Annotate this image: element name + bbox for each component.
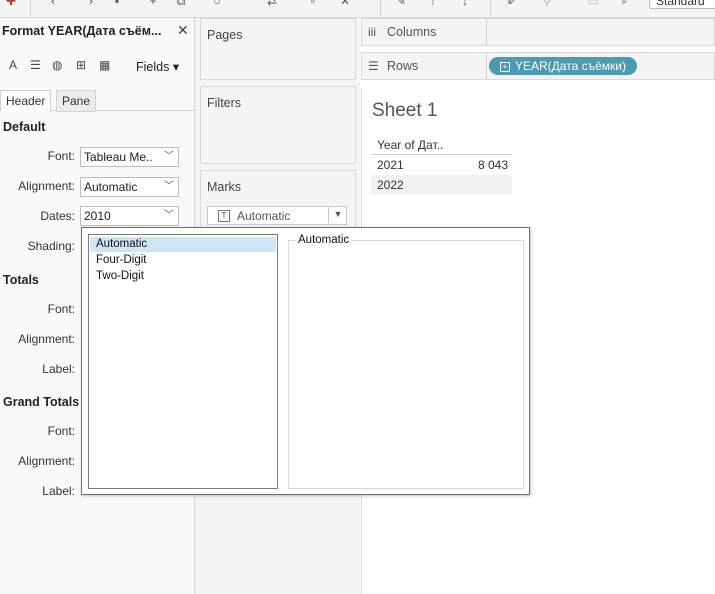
- marks-card-title: Marks: [207, 180, 242, 194]
- chevron-down-icon: ﹀: [164, 210, 174, 221]
- rows-icon: ☰: [368, 59, 379, 73]
- swap-icon[interactable]: ⇄: [265, 0, 279, 8]
- pages-shelf[interactable]: Pages: [200, 18, 356, 80]
- columns-icon: iii: [368, 25, 376, 39]
- label-icon[interactable]: ✐: [505, 0, 519, 8]
- format-tabs: Header Pane: [0, 90, 194, 112]
- view-table: Year of Дат.. 2021 8 043 2022: [371, 134, 512, 195]
- text-mark-icon: T: [218, 210, 230, 222]
- shading-format-icon[interactable]: ◍: [52, 58, 62, 72]
- format-pane-title: Format YEAR(Дата съём...: [2, 24, 162, 38]
- option-two-digit[interactable]: Two-Digit: [90, 269, 276, 284]
- dates-format-list: Automatic Four-Digit Two-Digit: [88, 234, 278, 489]
- shelf-divider: [486, 19, 487, 45]
- view-size-select[interactable]: Standard: [649, 0, 715, 9]
- tab-header[interactable]: Header: [0, 90, 52, 112]
- toolbar-divider: [380, 0, 381, 16]
- pages-shelf-title: Pages: [207, 28, 243, 42]
- tab-pane[interactable]: Pane: [56, 90, 97, 112]
- clear-icon[interactable]: ▫: [306, 0, 320, 8]
- fix-axes-icon[interactable]: ⚲: [540, 0, 554, 8]
- table-row[interactable]: 2021 8 043: [371, 155, 512, 175]
- mark-type-value: Automatic: [237, 209, 291, 223]
- filters-shelf[interactable]: Filters: [200, 86, 356, 164]
- fit-icon[interactable]: ▭: [586, 0, 600, 8]
- default-dates-value: 2010: [84, 209, 111, 223]
- clear-sheet-icon[interactable]: ✕: [338, 0, 352, 8]
- format-preview-title: Automatic: [296, 234, 352, 246]
- shelf-divider: [486, 53, 487, 79]
- presentation-icon[interactable]: ▸: [618, 0, 632, 8]
- chevron-down-icon: ﹀: [164, 181, 174, 192]
- new-data-source-icon[interactable]: ✚: [4, 0, 18, 8]
- chevron-down-icon: ﹀: [164, 151, 174, 162]
- option-four-digit[interactable]: Four-Digit: [90, 253, 276, 268]
- default-dates-label: Dates:: [40, 209, 75, 223]
- columns-shelf-label: Columns: [387, 25, 437, 39]
- rows-pill[interactable]: + YEAR(Дата съёмки): [489, 57, 637, 75]
- default-font-label: Font:: [47, 149, 75, 163]
- table-row[interactable]: 2022: [371, 175, 512, 195]
- chevron-down-icon: ▼: [328, 206, 347, 223]
- sheet-title: Sheet 1: [372, 100, 438, 121]
- toolbar: ✚ ‹ › ▪ + ⧉ ○ ⇄ ▫ ✕ ✎ ↑ ↓ ✐ ⚲ ▭ ▸ Standa…: [0, 0, 715, 18]
- default-alignment-value: Automatic: [84, 180, 138, 194]
- undo-icon[interactable]: ‹: [46, 0, 60, 8]
- dates-format-popup: Automatic Four-Digit Two-Digit Automatic: [81, 227, 530, 495]
- sort-ascending-icon[interactable]: ↑: [426, 0, 440, 8]
- totals-label-label: Label:: [42, 362, 75, 376]
- duplicate-sheet-icon[interactable]: ⧉: [174, 0, 188, 8]
- default-section-heading: Default: [3, 120, 46, 134]
- format-toolbar: A ☰ ◍ ⊞ ▦ Fields ▾: [0, 52, 194, 80]
- totals-font-label: Font:: [47, 302, 75, 316]
- option-automatic[interactable]: Automatic: [90, 237, 276, 252]
- toolbar-divider: [30, 0, 31, 16]
- rows-shelf-label: Rows: [387, 59, 419, 73]
- pause-updates-icon[interactable]: ○: [210, 0, 224, 8]
- close-icon[interactable]: ✕: [177, 22, 189, 39]
- toolbar-divider: [490, 0, 491, 16]
- default-font-value: Tableau Me..: [84, 150, 153, 164]
- new-sheet-icon[interactable]: +: [146, 0, 160, 8]
- default-font-select[interactable]: Tableau Me.. ﹀: [80, 147, 179, 167]
- grand-totals-section-heading: Grand Totals: [3, 395, 80, 409]
- highlight-icon[interactable]: ✎: [394, 0, 408, 8]
- row-year: 2021: [377, 158, 404, 172]
- rows-pill-label: YEAR(Дата съёмки): [515, 59, 626, 73]
- totals-alignment-label: Alignment:: [18, 332, 75, 346]
- table-header[interactable]: Year of Дат..: [371, 134, 512, 155]
- expand-plus-icon[interactable]: +: [500, 62, 510, 72]
- lines-format-icon[interactable]: ▦: [99, 58, 110, 72]
- default-dates-select[interactable]: 2010 ﹀: [80, 206, 179, 226]
- default-shading-label: Shading:: [27, 239, 75, 253]
- row-year: 2022: [377, 178, 404, 192]
- alignment-format-icon[interactable]: ☰: [30, 58, 41, 72]
- font-format-icon[interactable]: A: [9, 58, 17, 72]
- row-value: 8 043: [477, 158, 508, 172]
- borders-format-icon[interactable]: ⊞: [76, 58, 86, 72]
- sort-descending-icon[interactable]: ↓: [458, 0, 472, 8]
- save-icon[interactable]: ▪: [110, 0, 124, 8]
- columns-shelf[interactable]: iii Columns: [361, 18, 715, 46]
- fields-dropdown[interactable]: Fields ▾: [136, 59, 179, 74]
- redo-icon[interactable]: ›: [84, 0, 98, 8]
- default-alignment-select[interactable]: Automatic ﹀: [80, 177, 179, 197]
- default-alignment-label: Alignment:: [18, 179, 75, 193]
- rows-shelf[interactable]: ☰ Rows + YEAR(Дата съёмки): [361, 52, 715, 80]
- grand-totals-font-label: Font:: [47, 424, 75, 438]
- totals-section-heading: Totals: [3, 273, 39, 287]
- format-preview-box: [288, 240, 524, 489]
- filters-shelf-title: Filters: [207, 96, 242, 110]
- grand-totals-label-label: Label:: [42, 484, 75, 498]
- grand-totals-alignment-label: Alignment:: [18, 454, 75, 468]
- mark-type-select[interactable]: T Automatic ▼: [207, 206, 347, 225]
